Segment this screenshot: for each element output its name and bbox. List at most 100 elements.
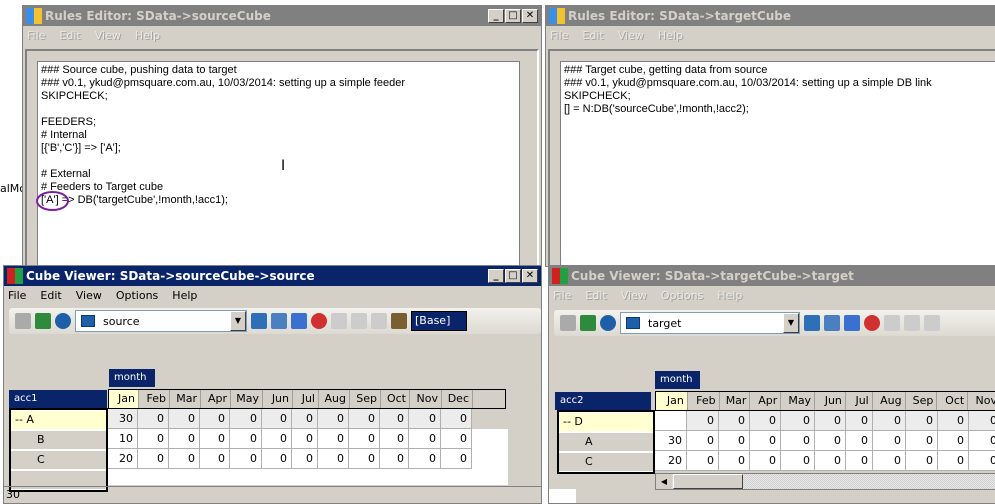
menu-edit[interactable]: Edit — [585, 287, 606, 305]
data-cell[interactable]: 0 — [169, 429, 200, 449]
row-header[interactable]: -- D — [559, 412, 653, 432]
horizontal-scrollbar[interactable]: ◀ — [655, 473, 995, 490]
redo-icon[interactable] — [924, 315, 940, 331]
column-header[interactable]: Jan — [109, 390, 139, 408]
export-icon[interactable] — [844, 315, 860, 331]
title-bar[interactable]: Cube Viewer: SData->sourceCube->source _… — [4, 266, 541, 286]
data-cell[interactable] — [655, 411, 687, 431]
data-cell[interactable]: 0 — [750, 451, 781, 471]
title-bar[interactable]: Rules Editor: SData->sourceCube _ □ ✕ — [23, 6, 541, 26]
chevron-down-icon[interactable]: ▼ — [230, 311, 246, 331]
menu-file[interactable]: File — [8, 287, 26, 305]
chevron-down-icon[interactable]: ▼ — [783, 313, 799, 333]
data-cell[interactable]: 0 — [200, 449, 230, 469]
sandbox-icon[interactable] — [331, 313, 347, 329]
minimize-button[interactable]: _ — [488, 269, 504, 283]
data-cell[interactable]: 0 — [230, 429, 262, 449]
view-select[interactable]: target ▼ — [620, 312, 800, 334]
menu-file[interactable]: File — [27, 27, 45, 45]
column-header[interactable]: Apr — [201, 390, 231, 408]
column-header[interactable]: Oct — [937, 392, 969, 410]
data-cell[interactable]: 0 — [969, 411, 995, 431]
data-cell[interactable]: 0 — [441, 409, 472, 429]
data-cell[interactable]: 0 — [318, 449, 349, 469]
column-header[interactable]: Jan — [656, 392, 688, 410]
data-cell[interactable]: 0 — [200, 409, 230, 429]
data-cell[interactable]: 0 — [169, 409, 200, 429]
column-header[interactable]: Nov — [410, 390, 442, 408]
menu-view[interactable]: View — [621, 287, 647, 305]
data-cell[interactable]: 0 — [906, 431, 938, 451]
data-cell[interactable]: 0 — [969, 451, 995, 471]
data-cell[interactable]: 0 — [292, 449, 318, 469]
check-icon[interactable] — [15, 313, 31, 329]
data-cell[interactable]: 0 — [169, 449, 200, 469]
data-cell[interactable]: 0 — [349, 409, 380, 429]
redo-icon[interactable] — [371, 313, 387, 329]
save-icon[interactable] — [35, 313, 51, 329]
menu-help[interactable]: Help — [717, 287, 742, 305]
data-cell[interactable]: 0 — [906, 451, 938, 471]
data-cell[interactable]: 0 — [938, 451, 969, 471]
view-select[interactable]: source ▼ — [75, 310, 247, 332]
minimize-button[interactable]: _ — [488, 9, 504, 23]
row-dimension-tab[interactable]: acc1 — [9, 390, 107, 408]
data-cell[interactable]: 0 — [719, 411, 750, 431]
menu-edit[interactable]: Edit — [40, 287, 61, 305]
save-view-icon[interactable] — [251, 313, 267, 329]
title-bar[interactable]: Rules Editor: SData->targetCube — [546, 6, 995, 26]
data-cell[interactable]: 0 — [349, 449, 380, 469]
column-header[interactable]: Oct — [381, 390, 410, 408]
data-cell[interactable]: 0 — [846, 451, 873, 471]
zero-suppression-icon[interactable] — [864, 315, 880, 331]
scrollbar-thumb[interactable] — [673, 474, 743, 489]
data-cell[interactable]: 0 — [230, 449, 262, 469]
save-view-as-icon[interactable] — [271, 313, 287, 329]
data-cell[interactable]: 0 — [846, 411, 873, 431]
data-cell[interactable]: 0 — [687, 431, 719, 451]
data-cell[interactable]: 0 — [262, 429, 292, 449]
maximize-button[interactable]: □ — [505, 269, 521, 283]
menu-view[interactable]: View — [618, 27, 644, 45]
data-cell[interactable]: 0 — [262, 449, 292, 469]
data-cell[interactable]: 0 — [138, 409, 169, 429]
data-cell[interactable]: 0 — [380, 429, 409, 449]
data-cell[interactable]: 30 — [655, 431, 687, 451]
column-header[interactable]: Mar — [720, 392, 751, 410]
zero-suppression-icon[interactable] — [311, 313, 327, 329]
rules-code-editor[interactable]: ### Source cube, pushing data to target … — [37, 61, 520, 266]
title-bar[interactable]: Cube Viewer: SData->targetCube->target — [549, 266, 995, 286]
data-cell[interactable]: 0 — [719, 431, 750, 451]
save-view-as-icon[interactable] — [824, 315, 840, 331]
column-header[interactable]: Apr — [750, 392, 782, 410]
data-cell[interactable]: 0 — [318, 429, 349, 449]
data-cell[interactable]: 0 — [262, 409, 292, 429]
data-cell[interactable]: 0 — [409, 449, 441, 469]
data-cell[interactable]: 0 — [687, 451, 719, 471]
spreading-icon[interactable] — [391, 313, 407, 329]
sandbox-icon[interactable] — [884, 315, 900, 331]
data-cell[interactable]: 0 — [781, 411, 815, 431]
column-header[interactable]: Feb — [139, 390, 170, 408]
menu-options[interactable]: Options — [661, 287, 703, 305]
column-dimension-tab[interactable]: month — [109, 369, 155, 387]
menu-help[interactable]: Help — [658, 27, 683, 45]
data-cell[interactable]: 10 — [108, 429, 138, 449]
data-cell[interactable]: 0 — [938, 411, 969, 431]
row-header[interactable]: C — [559, 452, 653, 472]
data-cell[interactable]: 20 — [108, 449, 138, 469]
data-cell[interactable]: 0 — [409, 429, 441, 449]
recalculate-icon[interactable] — [600, 315, 616, 331]
data-cell[interactable]: 0 — [781, 451, 815, 471]
data-cell[interactable]: 20 — [655, 451, 687, 471]
data-cell[interactable]: 0 — [815, 451, 846, 471]
close-button[interactable]: ✕ — [522, 9, 538, 23]
menu-edit[interactable]: Edit — [59, 27, 80, 45]
column-header[interactable]: Jul — [846, 392, 873, 410]
data-cell[interactable]: 0 — [938, 431, 969, 451]
save-view-icon[interactable] — [804, 315, 820, 331]
menu-edit[interactable]: Edit — [582, 27, 603, 45]
column-header[interactable]: Jun — [263, 390, 293, 408]
data-cell[interactable]: 0 — [719, 451, 750, 471]
row-header[interactable]: -- A — [11, 410, 106, 430]
